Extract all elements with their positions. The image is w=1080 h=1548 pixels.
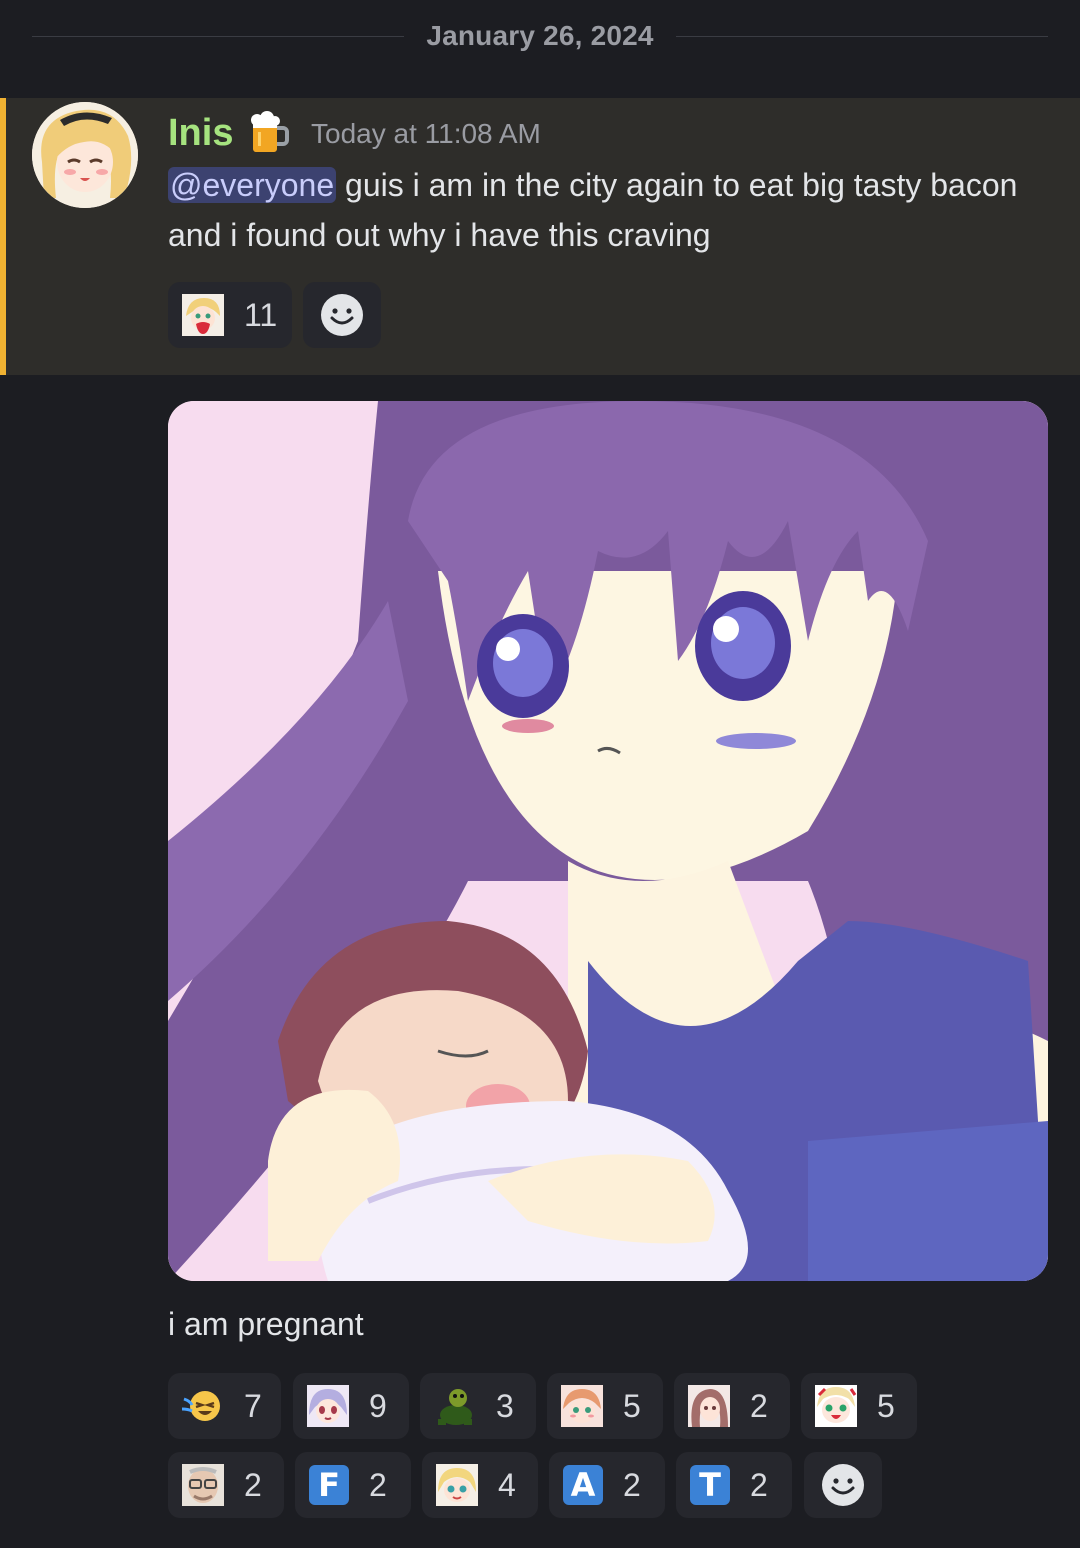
reaction-chip[interactable]: 2	[168, 1452, 284, 1518]
regional-indicator-a-emoji: A	[563, 1465, 603, 1505]
beer-mug-icon	[251, 111, 290, 152]
reaction-chip[interactable]: A 2	[549, 1452, 665, 1518]
divider-line-left	[32, 35, 405, 37]
anime-girl-blonde-emoji	[436, 1464, 478, 1506]
reaction-count: 11	[244, 296, 278, 333]
everyone-mention[interactable]: @everyone	[168, 167, 337, 203]
anime-mother-holding-baby-image	[168, 401, 1048, 1281]
image-attachment[interactable]	[168, 401, 1048, 1281]
reaction-count: 2	[623, 1466, 641, 1503]
anime-girl-pink-hair-emoji	[688, 1385, 730, 1427]
add-reaction-button[interactable]	[804, 1452, 882, 1518]
reaction-chip[interactable]: 3	[420, 1373, 536, 1439]
reaction-count: 2	[750, 1466, 768, 1503]
reaction-chip[interactable]: 4	[422, 1452, 538, 1518]
reaction-count: 2	[369, 1466, 387, 1503]
reaction-count: 7	[244, 1387, 262, 1424]
message-caption: i am pregnant	[168, 1306, 364, 1342]
smiley-icon	[822, 1464, 864, 1506]
old-man-face-emoji	[182, 1464, 224, 1506]
date-divider: January 26, 2024	[32, 14, 1048, 58]
reaction-count: 9	[369, 1387, 387, 1424]
reaction-chip[interactable]: 2	[674, 1373, 790, 1439]
reaction-chip[interactable]: F 2	[295, 1452, 411, 1518]
turtle-emoji	[438, 1389, 472, 1425]
reaction-chip[interactable]: 5	[547, 1373, 663, 1439]
smiley-icon	[321, 294, 363, 336]
laughing-crying-face-emoji	[182, 1391, 220, 1421]
anime-girl-silver-hair-emoji	[307, 1385, 349, 1427]
reaction-count: 4	[498, 1466, 516, 1503]
reaction-count: 2	[750, 1387, 768, 1424]
reaction-chip[interactable]: 5	[801, 1373, 917, 1439]
author-name-text[interactable]: Inis	[168, 112, 233, 155]
anime-girl-blush-emoji	[561, 1385, 603, 1427]
regional-indicator-t-emoji: T	[690, 1465, 730, 1505]
chat-view: January 26, 2024 Inis Today at 11:08 AM …	[0, 0, 1080, 1548]
regional-indicator-f-emoji: F	[309, 1465, 349, 1505]
reaction-count: 5	[877, 1387, 895, 1424]
date-divider-label: January 26, 2024	[426, 20, 654, 51]
message-timestamp: Today at 11:08 AM	[311, 118, 541, 149]
divider-line-right	[675, 35, 1048, 37]
reaction-chip[interactable]: T 2	[676, 1452, 792, 1518]
avatar[interactable]	[32, 102, 138, 208]
reaction-chip[interactable]: 9	[293, 1373, 409, 1439]
message-content: @everyone guis i am in the city again to…	[168, 160, 1028, 260]
reaction-count: 5	[623, 1387, 641, 1424]
reaction-chip[interactable]: 7	[168, 1373, 281, 1439]
reaction-count: 3	[496, 1387, 514, 1424]
reaction-count: 2	[244, 1466, 262, 1503]
author-name[interactable]: Inis	[168, 110, 290, 156]
anime-girl-heart-emoji	[182, 294, 224, 336]
add-reaction-button[interactable]	[303, 282, 381, 348]
reaction-chip[interactable]: 11	[168, 282, 292, 348]
anime-girl-tongue-emoji	[815, 1385, 857, 1427]
